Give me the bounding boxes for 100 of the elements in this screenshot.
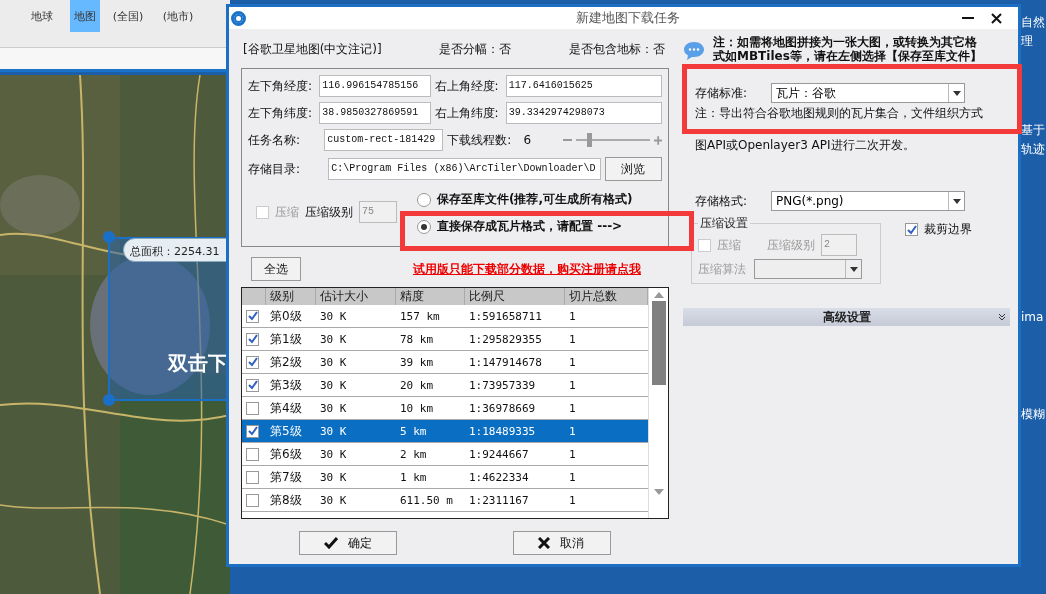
table-cell-text: 1 xyxy=(568,470,577,484)
format-note: 注：如需将地图拼接为一张大图，或转换为其它格式如MBTiles等，请在左侧选择【保存至库文件】 xyxy=(713,35,983,63)
radio-label: 保存至库文件(推荐,可生成所有格式) xyxy=(437,191,633,208)
caret-icon xyxy=(849,266,858,272)
table-cell-text: 1:9244667 xyxy=(468,447,530,461)
caret-icon xyxy=(952,90,961,96)
ok-button[interactable]: 确定 xyxy=(299,531,397,555)
table-cell-text: 2 km xyxy=(399,447,428,461)
browse-button[interactable]: 浏览 xyxy=(604,157,662,181)
standard-select[interactable]: 瓦片：谷歌 xyxy=(771,83,965,103)
table-cell-text: 第8级 xyxy=(269,491,303,509)
coordinate-field[interactable]: 38.9850327869591 xyxy=(319,102,431,124)
table-cell-text: 157 km xyxy=(399,309,441,323)
directory-field[interactable]: C:\Program Files (x86)\ArcTiler\Downloader\D xyxy=(328,158,601,180)
desktop-icon-label[interactable]: 理 xyxy=(1021,33,1046,50)
row-checkbox[interactable] xyxy=(246,424,259,438)
row-checkbox[interactable] xyxy=(246,447,259,461)
row-checkbox[interactable] xyxy=(246,470,259,484)
field-label: 右上角经度: xyxy=(434,77,500,95)
plus-icon[interactable] xyxy=(653,135,662,145)
table-cell-text: 1:147914678 xyxy=(468,355,543,369)
table-cell-text: 1 xyxy=(568,424,577,438)
task-name-field[interactable]: custom-rect-181429 xyxy=(324,129,444,151)
table-cell-text: 1 km xyxy=(399,470,428,484)
field-label: 下载线程数: xyxy=(447,131,513,149)
table-cell-text: 30 K xyxy=(319,378,348,392)
check-icon xyxy=(906,224,917,235)
group-title: 压缩设置 xyxy=(699,215,749,232)
ribbon-button[interactable]: (全国) xyxy=(106,0,150,32)
ribbon-button[interactable]: (地市) xyxy=(156,0,200,32)
table-cell-text: 第0级 xyxy=(269,307,303,325)
format-select[interactable]: PNG(*.png) xyxy=(771,191,965,211)
row-checkbox[interactable] xyxy=(246,493,259,507)
speech-bubble-icon xyxy=(683,41,705,61)
table-cell-text: 30 K xyxy=(319,424,348,438)
table-cell-text: 30 K xyxy=(319,355,348,369)
caret-icon xyxy=(952,198,961,204)
table-cell-text: 1 xyxy=(568,447,577,461)
check-icon xyxy=(247,334,258,344)
table-cell-text: 1:591658711 xyxy=(468,309,543,323)
table-cell-text: 1 xyxy=(568,332,577,346)
compress-label: 压缩 xyxy=(275,203,299,221)
coordinate-field[interactable]: 117.6416015625 xyxy=(505,75,662,97)
check-icon xyxy=(247,380,258,390)
table-cell-text: 1:2311167 xyxy=(468,493,530,507)
coordinate-field[interactable]: 39.3342974298073 xyxy=(505,102,662,124)
ribbon-button[interactable]: 地图 xyxy=(70,0,100,32)
row-checkbox[interactable] xyxy=(246,355,259,369)
standard-note: 图API或Openlayer3 API进行二次开发。 xyxy=(695,137,916,153)
scrollbar-thumb[interactable] xyxy=(651,301,666,385)
slider-thumb[interactable] xyxy=(586,133,592,147)
desktop-icon-label[interactable]: ima xyxy=(1021,310,1046,324)
table-cell-text: 1:36978669 xyxy=(468,401,537,415)
map-source: [谷歌卫星地图(中文注记)] xyxy=(243,41,382,58)
desktop-icon-label[interactable]: 自然 xyxy=(1021,14,1046,31)
table-cell-text: 10 km xyxy=(399,401,435,415)
table-cell-text: 第4级 xyxy=(269,399,303,417)
table-cell-text: 30 K xyxy=(319,401,348,415)
crop-label: 裁剪边界 xyxy=(924,221,972,238)
table-cell-text: 30 K xyxy=(319,309,348,323)
cancel-button[interactable]: 取消 xyxy=(513,531,611,555)
table-cell-text: 第6级 xyxy=(269,445,303,463)
compress-label: 压缩 xyxy=(717,236,741,254)
row-checkbox[interactable] xyxy=(246,309,259,323)
row-checkbox[interactable] xyxy=(246,378,259,392)
table-cell-text: 第1级 xyxy=(269,330,303,348)
table-cell-text: 1 xyxy=(568,378,577,392)
close-icon xyxy=(990,12,1002,24)
row-checkbox[interactable] xyxy=(246,401,259,415)
ribbon-button[interactable]: 地球 xyxy=(20,0,64,32)
row-checkbox[interactable] xyxy=(246,332,259,346)
compress-level-label: 压缩级别 xyxy=(305,203,353,221)
map-hint: 双击下 xyxy=(168,350,228,377)
compress-level-label: 压缩级别 xyxy=(767,236,815,254)
table-cell-text: 39 km xyxy=(399,355,435,369)
radio-button[interactable] xyxy=(417,192,431,207)
checkmark-icon xyxy=(324,537,338,549)
field-label: 右上角纬度: xyxy=(434,104,500,122)
coordinate-field[interactable]: 116.996154785156 xyxy=(319,75,431,97)
purchase-link[interactable]: 试用版只能下载部分数据，购买注册请点我 xyxy=(413,260,641,278)
table-cell-text: 1:18489335 xyxy=(468,424,537,438)
check-icon xyxy=(247,311,258,321)
table-row[interactable]: 第5级 30 K 5 km 1:18489335 1 xyxy=(242,420,648,443)
table-cell-text: 78 km xyxy=(399,332,435,346)
table-cell-text: 1 xyxy=(568,493,577,507)
scroll-up-icon[interactable] xyxy=(653,291,664,299)
scroll-down-icon[interactable] xyxy=(653,488,664,496)
table-cell-text: 1:4622334 xyxy=(468,470,530,484)
field-label: 存储标准: xyxy=(695,84,749,102)
radio-button[interactable] xyxy=(417,219,431,234)
desktop-icon-label[interactable]: 模糊 xyxy=(1021,406,1046,423)
advanced-settings-bar[interactable]: 高级设置 xyxy=(683,308,1010,326)
desktop-icon-label[interactable]: 轨迹 xyxy=(1021,141,1046,158)
check-icon xyxy=(247,426,258,436)
table-cell-text: 第2级 xyxy=(269,353,303,371)
table-cell-text: 1:73957339 xyxy=(468,378,537,392)
crop-checkbox[interactable] xyxy=(905,223,918,236)
desktop-icon-label[interactable]: 基于 xyxy=(1021,122,1046,139)
select-all-button[interactable]: 全选 xyxy=(251,257,301,281)
algorithm-select[interactable] xyxy=(754,259,862,279)
